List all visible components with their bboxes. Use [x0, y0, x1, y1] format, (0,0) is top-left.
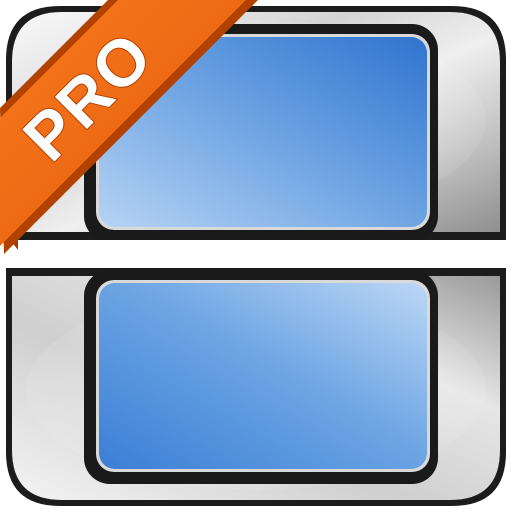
bottom-shell — [6, 268, 506, 506]
bottom-screen — [99, 283, 427, 469]
app-icon: PRO — [0, 0, 512, 512]
dual-screen-console-icon: PRO — [0, 0, 512, 506]
hinge-gap — [0, 240, 512, 268]
